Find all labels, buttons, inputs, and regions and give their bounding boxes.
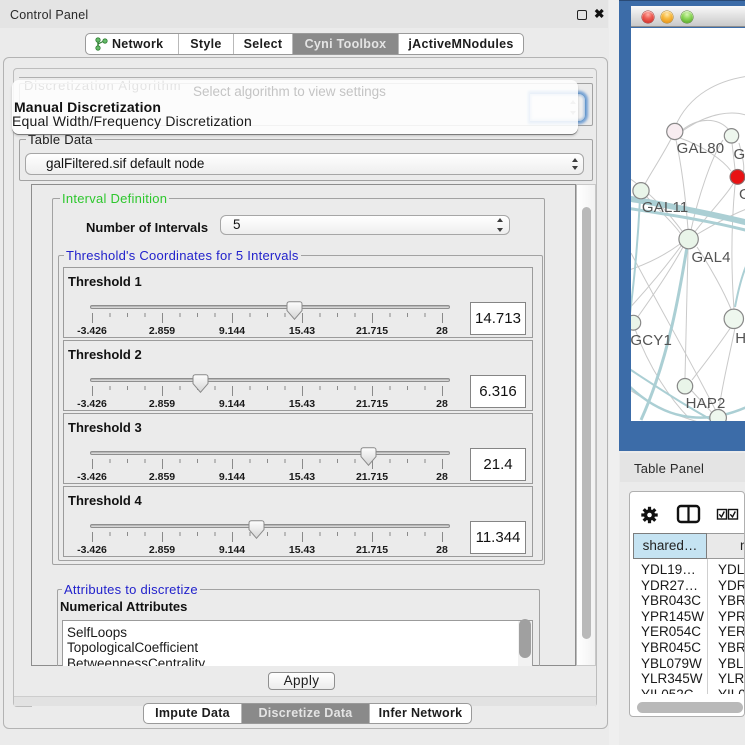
svg-text:G: G <box>739 186 745 203</box>
svg-text:HAP2: HAP2 <box>686 395 726 412</box>
svg-text:GCY1: GCY1 <box>631 332 672 349</box>
svg-text:H: H <box>735 330 745 347</box>
svg-text:GAL11: GAL11 <box>642 199 689 216</box>
svg-text:GAL4: GAL4 <box>692 249 731 266</box>
svg-text:GAL80: GAL80 <box>677 140 725 157</box>
svg-text:GA: GA <box>734 146 745 163</box>
